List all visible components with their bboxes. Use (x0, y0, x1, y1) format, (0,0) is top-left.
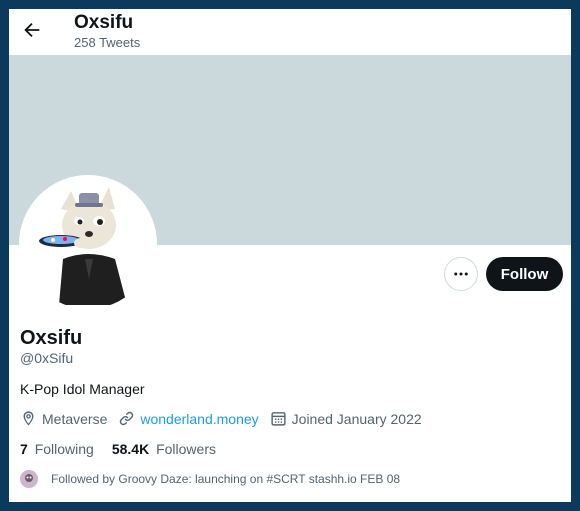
profile-name: Oxsifu (20, 327, 83, 349)
link-icon (120, 411, 134, 426)
followers-link[interactable]: 58.4K Followers (112, 441, 216, 457)
profile-handle: @0xSifu (20, 350, 74, 366)
followed-by-text: Followed by Groovy Daze: launching on #S… (51, 472, 401, 486)
followers-count: 58.4K (111, 441, 150, 457)
follow-stats: 7 Following 58.4K Followers (20, 441, 234, 457)
meta-joined: Joined January 2022 (270, 410, 422, 427)
following-label: Following (34, 441, 94, 457)
more-horizontal-icon (454, 272, 468, 276)
avatar-illustration (39, 187, 127, 305)
meta-website: wonderland.money (118, 410, 259, 427)
joined-text: Joined January 2022 (291, 410, 422, 427)
location-text: Metaverse (42, 410, 108, 427)
following-link[interactable]: 7 Following (20, 441, 94, 457)
arrow-left-icon (24, 22, 40, 38)
location-pin-icon (23, 411, 34, 426)
calendar-icon (271, 412, 286, 426)
profile-meta: Metaverse wonderland.money Joined Januar… (20, 410, 433, 427)
follower-avatar (20, 470, 38, 488)
profile-bio: K-Pop Idol Manager (20, 381, 145, 397)
website-link[interactable]: wonderland.money (140, 411, 258, 427)
profile-avatar[interactable] (19, 175, 157, 313)
more-options-button[interactable] (444, 257, 478, 291)
followers-label: Followers (156, 441, 216, 457)
profile-page: Oxsifu 258 Tweets Follow Oxsifu @0xSifu … (9, 9, 571, 502)
top-bar: Oxsifu 258 Tweets (9, 9, 571, 55)
tweet-count: 258 Tweets (74, 35, 141, 50)
follow-button[interactable]: Follow (486, 257, 563, 291)
header-title: Oxsifu (74, 12, 134, 33)
meta-location: Metaverse (20, 410, 107, 427)
follower-avatar-image (20, 470, 38, 488)
following-count: 7 (20, 441, 28, 457)
back-button[interactable] (21, 19, 43, 41)
followed-by[interactable]: Followed by Groovy Daze: launching on #S… (20, 470, 400, 488)
